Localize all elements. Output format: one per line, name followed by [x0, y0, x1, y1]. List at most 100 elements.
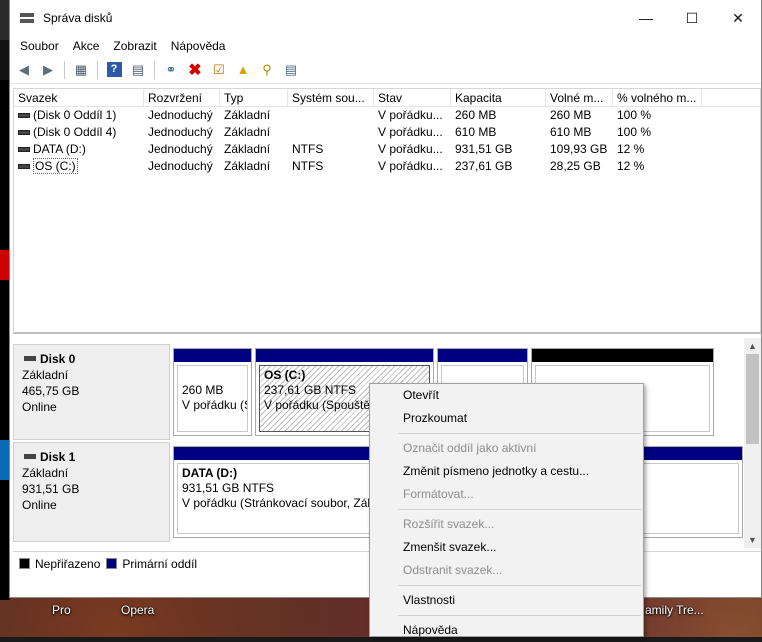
toolbar: ◀ ▶ ▦ ? ▤ ⚭ ✖ ☑ ▲ ⚲ ▤	[10, 56, 761, 84]
menu-soubor[interactable]: Soubor	[13, 39, 66, 53]
legend-swatch-primary	[106, 558, 118, 569]
menu-bar: Soubor Akce Zobrazit Nápověda	[10, 36, 761, 56]
ctx-change-drive-letter[interactable]: Změnit písmeno jednotky a cestu...	[370, 460, 643, 483]
disk-icon	[24, 356, 36, 362]
scrollbar-thumb[interactable]	[746, 354, 759, 444]
cell-volume-name: DATA (D:)	[14, 141, 144, 158]
maximize-button[interactable]: ☐	[669, 0, 715, 36]
close-button[interactable]: ✕	[715, 0, 761, 36]
properties-icon[interactable]: ▤	[128, 60, 148, 80]
context-menu: Otevřít Prozkoumat Označit oddíl jako ak…	[369, 383, 644, 637]
cell-file-system	[288, 107, 374, 124]
forward-arrow-icon[interactable]: ▶	[38, 60, 58, 80]
partition-status: V pořádku (S	[182, 398, 248, 412]
desktop-icon-label[interactable]: Pro	[52, 603, 71, 617]
delete-icon[interactable]: ✖	[185, 60, 205, 80]
menu-zobrazit[interactable]: Zobrazit	[106, 39, 163, 53]
volume-icon	[18, 163, 30, 169]
ctx-extend-volume[interactable]: Rozšířit svazek...	[370, 513, 643, 536]
ctx-mark-active[interactable]: Označit oddíl jako aktivní	[370, 437, 643, 460]
volume-row[interactable]: (Disk 0 Oddíl 1) Jednoduchý Základní V pořá…	[14, 107, 760, 124]
volume-list[interactable]: Svazek Rozvržení Typ Systém sou... Stav …	[13, 88, 761, 334]
ctx-shrink-volume[interactable]: Zmenšit svazek...	[370, 536, 643, 559]
connect-icon[interactable]: ⚭	[161, 60, 181, 80]
ctx-help[interactable]: Nápověda	[370, 619, 643, 642]
partition-label	[182, 368, 243, 383]
import-icon[interactable]: ▲	[233, 60, 253, 80]
desktop-icon-label[interactable]: Opera	[121, 603, 154, 617]
cell-layout: Jednoduchý	[148, 108, 213, 122]
cell-status: V pořádku...	[378, 142, 443, 156]
cell-file-system: NTFS	[292, 142, 324, 156]
column-header-system-souboru[interactable]: Systém sou...	[288, 89, 374, 106]
column-header-stav[interactable]: Stav	[374, 89, 451, 106]
disk-size: 465,75 GB	[22, 384, 80, 398]
console-tree-icon[interactable]: ▦	[71, 60, 91, 80]
cell-percent-free: 12 %	[617, 142, 645, 156]
search-icon[interactable]: ⚲	[257, 60, 277, 80]
volume-icon	[18, 146, 30, 152]
legend-label-unallocated: Nepřiřazeno	[35, 556, 101, 571]
menu-napoveda[interactable]: Nápověda	[164, 39, 233, 53]
disk-status: Online	[22, 400, 57, 414]
menu-separator	[398, 615, 641, 616]
cell-layout: Jednoduchý	[148, 125, 213, 139]
column-header-typ[interactable]: Typ	[220, 89, 288, 106]
scroll-down-arrow-icon[interactable]: ▼	[744, 535, 761, 545]
volume-icon	[18, 129, 30, 135]
disk-0-label[interactable]: Disk 0 Základní 465,75 GB Online	[13, 344, 170, 440]
cell-type: Základní	[224, 142, 271, 156]
column-header-svazek[interactable]: Svazek	[14, 89, 144, 106]
volume-name-text: (Disk 0 Oddíl 4)	[33, 125, 117, 139]
cell-type: Základní	[224, 125, 271, 139]
cell-percent-free: 100 %	[617, 125, 652, 139]
cell-percent-free: 100 %	[617, 108, 652, 122]
ctx-format[interactable]: Formátovat...	[370, 483, 643, 506]
volume-name-text: DATA (D:)	[33, 142, 86, 156]
desktop-icon-label[interactable]: amily Tre...	[645, 603, 704, 617]
cell-volume-name: OS (C:)	[14, 158, 144, 175]
ctx-delete-volume[interactable]: Odstranit svazek...	[370, 559, 643, 582]
cell-type: Základní	[224, 108, 271, 122]
cell-volume-name: (Disk 0 Oddíl 1)	[14, 107, 144, 124]
ctx-properties[interactable]: Vlastnosti	[370, 589, 643, 612]
menu-akce[interactable]: Akce	[66, 39, 107, 53]
minimize-button[interactable]: —	[623, 0, 669, 36]
partition-disk0-1[interactable]: 260 MB V pořádku (S	[173, 348, 252, 436]
check-icon[interactable]: ☑	[209, 60, 229, 80]
disk-1-label[interactable]: Disk 1 Základní 931,51 GB Online	[13, 442, 170, 542]
disk-management-app-icon	[19, 11, 35, 25]
column-header-volne-misto[interactable]: Volné m...	[546, 89, 613, 106]
title-bar[interactable]: Správa disků — ☐ ✕	[10, 0, 761, 36]
cell-status: V pořádku...	[378, 159, 443, 173]
cell-free-space: 610 MB	[550, 125, 592, 139]
help-icon[interactable]: ?	[104, 60, 124, 80]
ctx-open[interactable]: Otevřít	[370, 384, 643, 407]
volume-row[interactable]: (Disk 0 Oddíl 4) Jednoduchý Základní V pořá…	[14, 124, 760, 141]
column-header-rozvrzeni[interactable]: Rozvržení	[144, 89, 220, 106]
volume-row[interactable]: OS (C:) Jednoduchý Základní NTFS V pořádku..…	[14, 158, 760, 175]
graph-scrollbar[interactable]: ▲ ▼	[744, 338, 761, 548]
legend-swatch-unallocated	[19, 558, 30, 569]
partition-size: 260 MB	[182, 383, 224, 397]
cell-volume-name: (Disk 0 Oddíl 4)	[14, 124, 144, 141]
volume-row[interactable]: DATA (D:) Jednoduchý Základní NTFS V pořádku…	[14, 141, 760, 158]
cell-capacity: 610 MB	[455, 125, 497, 139]
ctx-explore[interactable]: Prozkoumat	[370, 407, 643, 430]
disk-name: Disk 0	[40, 352, 76, 366]
back-arrow-icon[interactable]: ◀	[14, 60, 34, 80]
view-icon[interactable]: ▤	[281, 60, 301, 80]
disk-type: Základní	[22, 368, 69, 382]
disk-name: Disk 1	[40, 450, 76, 464]
menu-separator	[398, 433, 641, 434]
scroll-up-arrow-icon[interactable]: ▲	[744, 341, 761, 351]
volume-name-text: OS (C:)	[33, 158, 78, 174]
cell-capacity: 931,51 GB	[455, 142, 513, 156]
menu-separator	[398, 509, 641, 510]
cell-layout: Jednoduchý	[148, 142, 213, 156]
cell-free-space: 109,93 GB	[550, 142, 608, 156]
cell-capacity: 260 MB	[455, 108, 497, 122]
column-header-procent-volneho[interactable]: % volného m...	[613, 89, 702, 106]
cell-file-system: NTFS	[292, 159, 324, 173]
column-header-kapacita[interactable]: Kapacita	[451, 89, 546, 106]
